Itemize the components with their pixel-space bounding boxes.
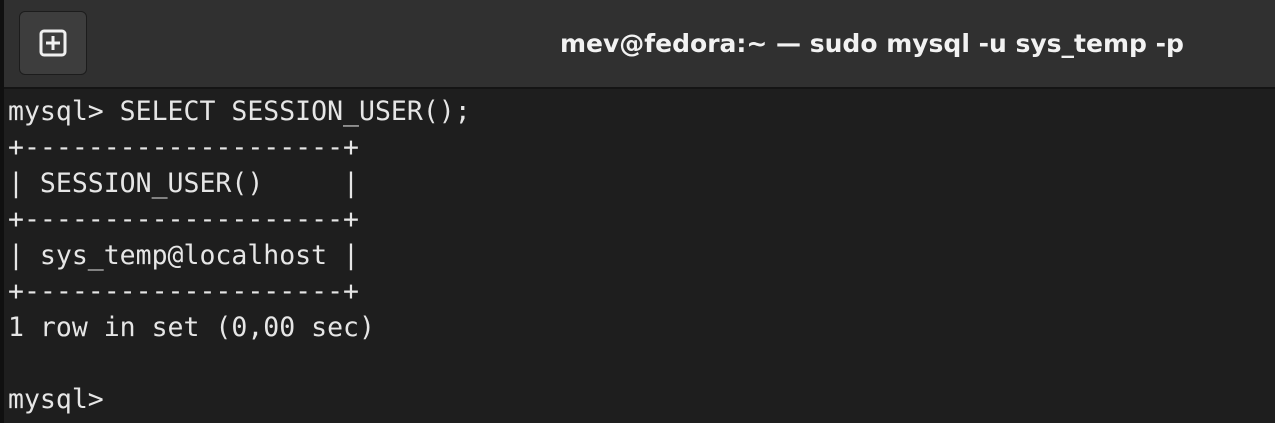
terminal-line-border-bottom: +--------------------+ bbox=[8, 276, 359, 307]
plus-square-icon bbox=[38, 28, 68, 58]
terminal-line-result: | sys_temp@localhost | bbox=[8, 240, 359, 271]
terminal-output[interactable]: mysql> SELECT SESSION_USER(); +---------… bbox=[0, 92, 1275, 423]
title-bar: mev@fedora:~ — sudo mysql -u sys_temp -p bbox=[0, 0, 1275, 89]
terminal-line-prompt[interactable]: mysql> bbox=[8, 384, 120, 416]
terminal-line-summary: 1 row in set (0,00 sec) bbox=[8, 312, 375, 343]
new-tab-button[interactable] bbox=[19, 11, 87, 75]
terminal-line-border-top: +--------------------+ bbox=[8, 132, 359, 163]
window-edge bbox=[0, 0, 4, 423]
terminal-line-query: mysql> SELECT SESSION_USER(); bbox=[8, 96, 471, 127]
terminal-window: mev@fedora:~ — sudo mysql -u sys_temp -p… bbox=[0, 0, 1275, 423]
terminal-line-header: | SESSION_USER() | bbox=[8, 168, 359, 199]
window-title: mev@fedora:~ — sudo mysql -u sys_temp -p bbox=[560, 29, 1184, 58]
terminal-line-border-mid: +--------------------+ bbox=[8, 204, 359, 235]
